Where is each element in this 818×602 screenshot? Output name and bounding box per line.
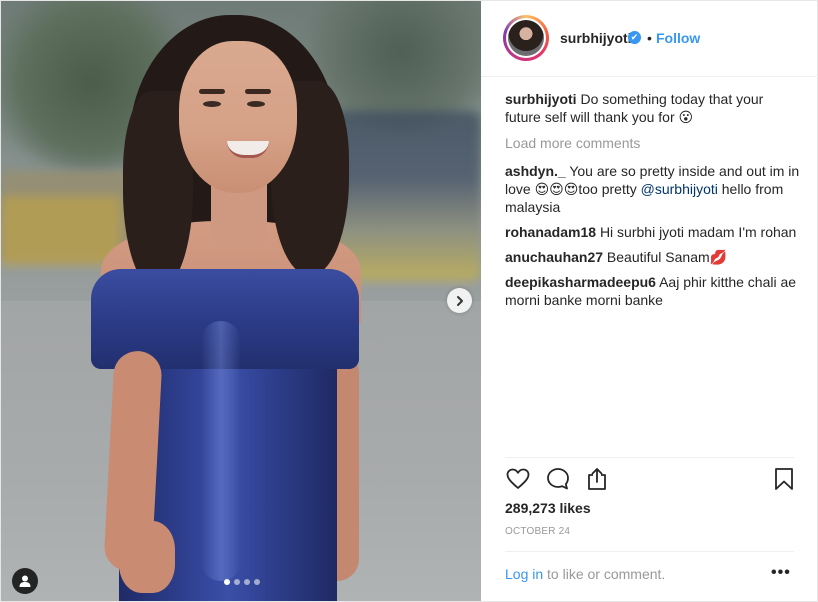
load-more-comments-button[interactable]: Load more comments	[505, 134, 800, 152]
carousel-dot	[234, 579, 240, 585]
post-side-panel: surbhijyoti ✔ • Follow surbhijyoti Do so…	[481, 0, 818, 602]
post-photo[interactable]	[1, 1, 481, 601]
person-hand	[119, 521, 175, 593]
carousel-dot-active	[224, 579, 230, 585]
carousel-dots	[224, 579, 260, 585]
comment-item: deepikasharmadeepu6 Aaj phir kitthe chal…	[505, 273, 800, 309]
person-face	[179, 41, 297, 193]
chevron-right-icon	[456, 295, 463, 306]
username-link[interactable]: surbhijyoti	[560, 30, 632, 46]
carousel-dot	[244, 579, 250, 585]
avatar-story-ring[interactable]	[503, 15, 549, 61]
login-link[interactable]: Log in	[505, 566, 543, 582]
comment-item: ashdyn._ You are so pretty inside and ou…	[505, 162, 800, 216]
comment-username[interactable]: anuchauhan27	[505, 249, 603, 265]
share-button[interactable]	[584, 466, 610, 492]
follow-button[interactable]: Follow	[656, 30, 700, 46]
divider	[505, 457, 794, 458]
dot-separator: •	[647, 30, 652, 46]
share-icon	[588, 468, 606, 490]
comment-username[interactable]: rohanadam18	[505, 224, 596, 240]
tagged-users-button[interactable]	[12, 568, 38, 594]
person-eye	[247, 101, 265, 107]
dress-shine	[201, 321, 241, 581]
heart-icon	[506, 468, 530, 489]
mention-link[interactable]: @surbhijyoti	[641, 181, 718, 197]
bookmark-icon	[775, 468, 793, 490]
login-prompt: Log in to like or comment.	[505, 566, 665, 582]
post-date[interactable]: OCTOBER 24	[505, 526, 570, 537]
comment-username[interactable]: ashdyn._	[505, 163, 566, 179]
person-eye	[203, 101, 221, 107]
comment-item: anuchauhan27 Beautiful Sanam💋	[505, 248, 800, 266]
likes-count[interactable]: 289,273 likes	[505, 500, 591, 516]
person-brow	[245, 89, 271, 94]
post-header: surbhijyoti ✔ • Follow	[481, 0, 818, 77]
carousel-dot	[254, 579, 260, 585]
background-wall	[1, 196, 121, 266]
more-options-button[interactable]: •••	[771, 564, 791, 582]
comment-button[interactable]	[545, 466, 571, 492]
save-button[interactable]	[771, 466, 797, 492]
login-prompt-text: to like or comment.	[547, 566, 666, 582]
comments-list: surbhijyoti Do something today that your…	[505, 90, 800, 316]
next-photo-button[interactable]	[447, 288, 472, 313]
person-tag-icon	[19, 575, 31, 587]
caption-username[interactable]: surbhijyoti	[505, 91, 577, 107]
like-button[interactable]	[505, 466, 531, 492]
caption: surbhijyoti Do something today that your…	[505, 90, 800, 126]
avatar	[508, 20, 544, 56]
person-brow	[199, 89, 225, 94]
comment-item: rohanadam18 Hi surbhi jyoti madam I'm ro…	[505, 223, 800, 241]
comment-username[interactable]: deepikasharmadeepu6	[505, 274, 656, 290]
comment-bubble-icon	[547, 468, 569, 490]
verified-badge-icon: ✔	[628, 31, 641, 44]
comment-text: Hi surbhi jyoti madam I'm rohan	[599, 224, 797, 240]
avatar-border	[506, 18, 546, 58]
comment-text: Beautiful Sanam💋	[606, 249, 728, 265]
divider	[505, 551, 794, 552]
